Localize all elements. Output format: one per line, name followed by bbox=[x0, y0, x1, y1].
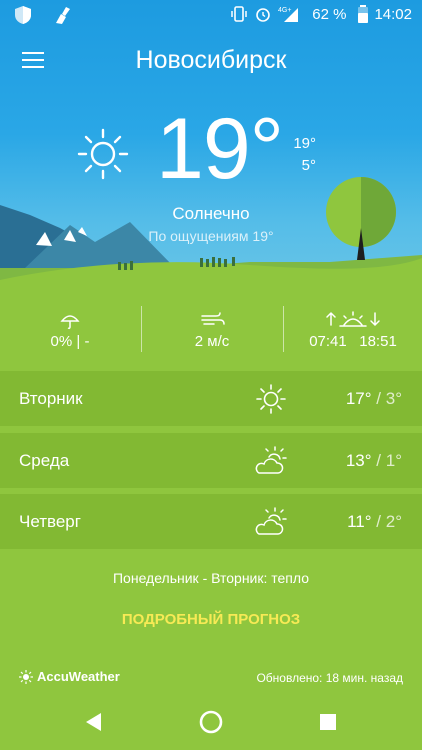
alarm-icon bbox=[256, 8, 271, 22]
recents-icon[interactable] bbox=[315, 709, 341, 735]
precipitation-value: 0% | - bbox=[50, 333, 90, 350]
brand-label: AccuWeather bbox=[37, 669, 120, 684]
weather-condition: Солнечно bbox=[172, 204, 250, 223]
forecast-row[interactable]: Вторник 17° / 3° bbox=[0, 371, 422, 426]
forecast-low: 2° bbox=[385, 512, 402, 531]
partly-cloudy-icon bbox=[255, 507, 287, 535]
forecast-high: 17° bbox=[345, 389, 372, 408]
wind-stat: 2 м/с bbox=[142, 298, 282, 368]
sunset-time: 18:51 bbox=[359, 333, 397, 350]
stats-bar: 0% | - 2 м/с 07:41 18:51 bbox=[0, 298, 422, 368]
signal-icon: 4G+ bbox=[278, 7, 299, 22]
battery-icon bbox=[358, 5, 369, 23]
forecast-temps: 11° / 2° bbox=[347, 512, 402, 532]
updated-time: Обновлено: 18 мин. назад bbox=[256, 671, 403, 685]
forecast-high: 13° bbox=[345, 451, 372, 470]
high-low-temps: 19° 5° bbox=[286, 133, 316, 177]
sun-times-value: 07:41 18:51 bbox=[284, 333, 422, 350]
forecast-temps: 17° / 3° bbox=[346, 389, 402, 409]
app-bar: Новосибирск bbox=[0, 40, 422, 84]
feels-like: По ощущениям 19° bbox=[148, 228, 274, 244]
detailed-forecast-link[interactable]: ПОДРОБНЫЙ ПРОГНОЗ bbox=[0, 611, 422, 628]
forecast-day: Четверг bbox=[19, 512, 81, 531]
vibrate-icon bbox=[231, 6, 247, 22]
forecast-row[interactable]: Среда 13° / 1° bbox=[0, 433, 422, 488]
wind-icon bbox=[201, 312, 225, 325]
high-temp: 19° bbox=[293, 135, 316, 152]
umbrella-icon bbox=[60, 315, 80, 330]
home-icon[interactable] bbox=[198, 709, 224, 735]
network-type-label: 4G+ bbox=[278, 7, 291, 14]
system-nav-bar bbox=[0, 694, 422, 750]
broom-icon bbox=[56, 7, 70, 24]
temp-separator: / bbox=[376, 389, 381, 408]
precipitation-stat: 0% | - bbox=[0, 298, 140, 368]
wind-value: 2 м/с bbox=[194, 333, 230, 350]
sun-icon bbox=[256, 384, 286, 414]
status-time: 14:02 bbox=[374, 5, 412, 23]
current-temperature: 19° bbox=[156, 101, 284, 197]
forecast-row[interactable]: Четверг 11° / 2° bbox=[0, 494, 422, 549]
forecast-low: 1° bbox=[385, 451, 402, 470]
forecast-summary: Понедельник - Вторник: тепло bbox=[112, 570, 310, 586]
weather-hero: 4G+ 62 % 14:02 Новосибирск 19° 19° 5° Со… bbox=[0, 0, 422, 298]
back-icon[interactable] bbox=[81, 709, 107, 735]
low-temp: 5° bbox=[301, 157, 316, 174]
forecast-temps: 13° / 1° bbox=[346, 451, 402, 471]
partly-cloudy-icon bbox=[255, 446, 287, 474]
sunrise-sunset-icon bbox=[326, 311, 380, 327]
sun-icon bbox=[77, 128, 129, 180]
temp-separator: / bbox=[376, 451, 381, 470]
city-title[interactable]: Новосибирск bbox=[0, 46, 422, 75]
accuweather-logo[interactable]: AccuWeather bbox=[19, 669, 120, 684]
sunrise-time: 07:41 bbox=[309, 333, 347, 350]
forecast-day: Вторник bbox=[19, 389, 83, 408]
battery-percent: 62 % bbox=[312, 5, 347, 23]
shield-icon bbox=[15, 6, 31, 24]
forecast-high: 11° bbox=[347, 512, 372, 531]
temp-separator: / bbox=[376, 512, 381, 531]
accuweather-sun-icon bbox=[19, 669, 33, 684]
status-bar: 4G+ 62 % 14:02 bbox=[0, 0, 422, 30]
sun-times-stat: 07:41 18:51 bbox=[284, 298, 422, 368]
forecast-day: Среда bbox=[19, 451, 70, 470]
forecast-low: 3° bbox=[385, 389, 402, 408]
